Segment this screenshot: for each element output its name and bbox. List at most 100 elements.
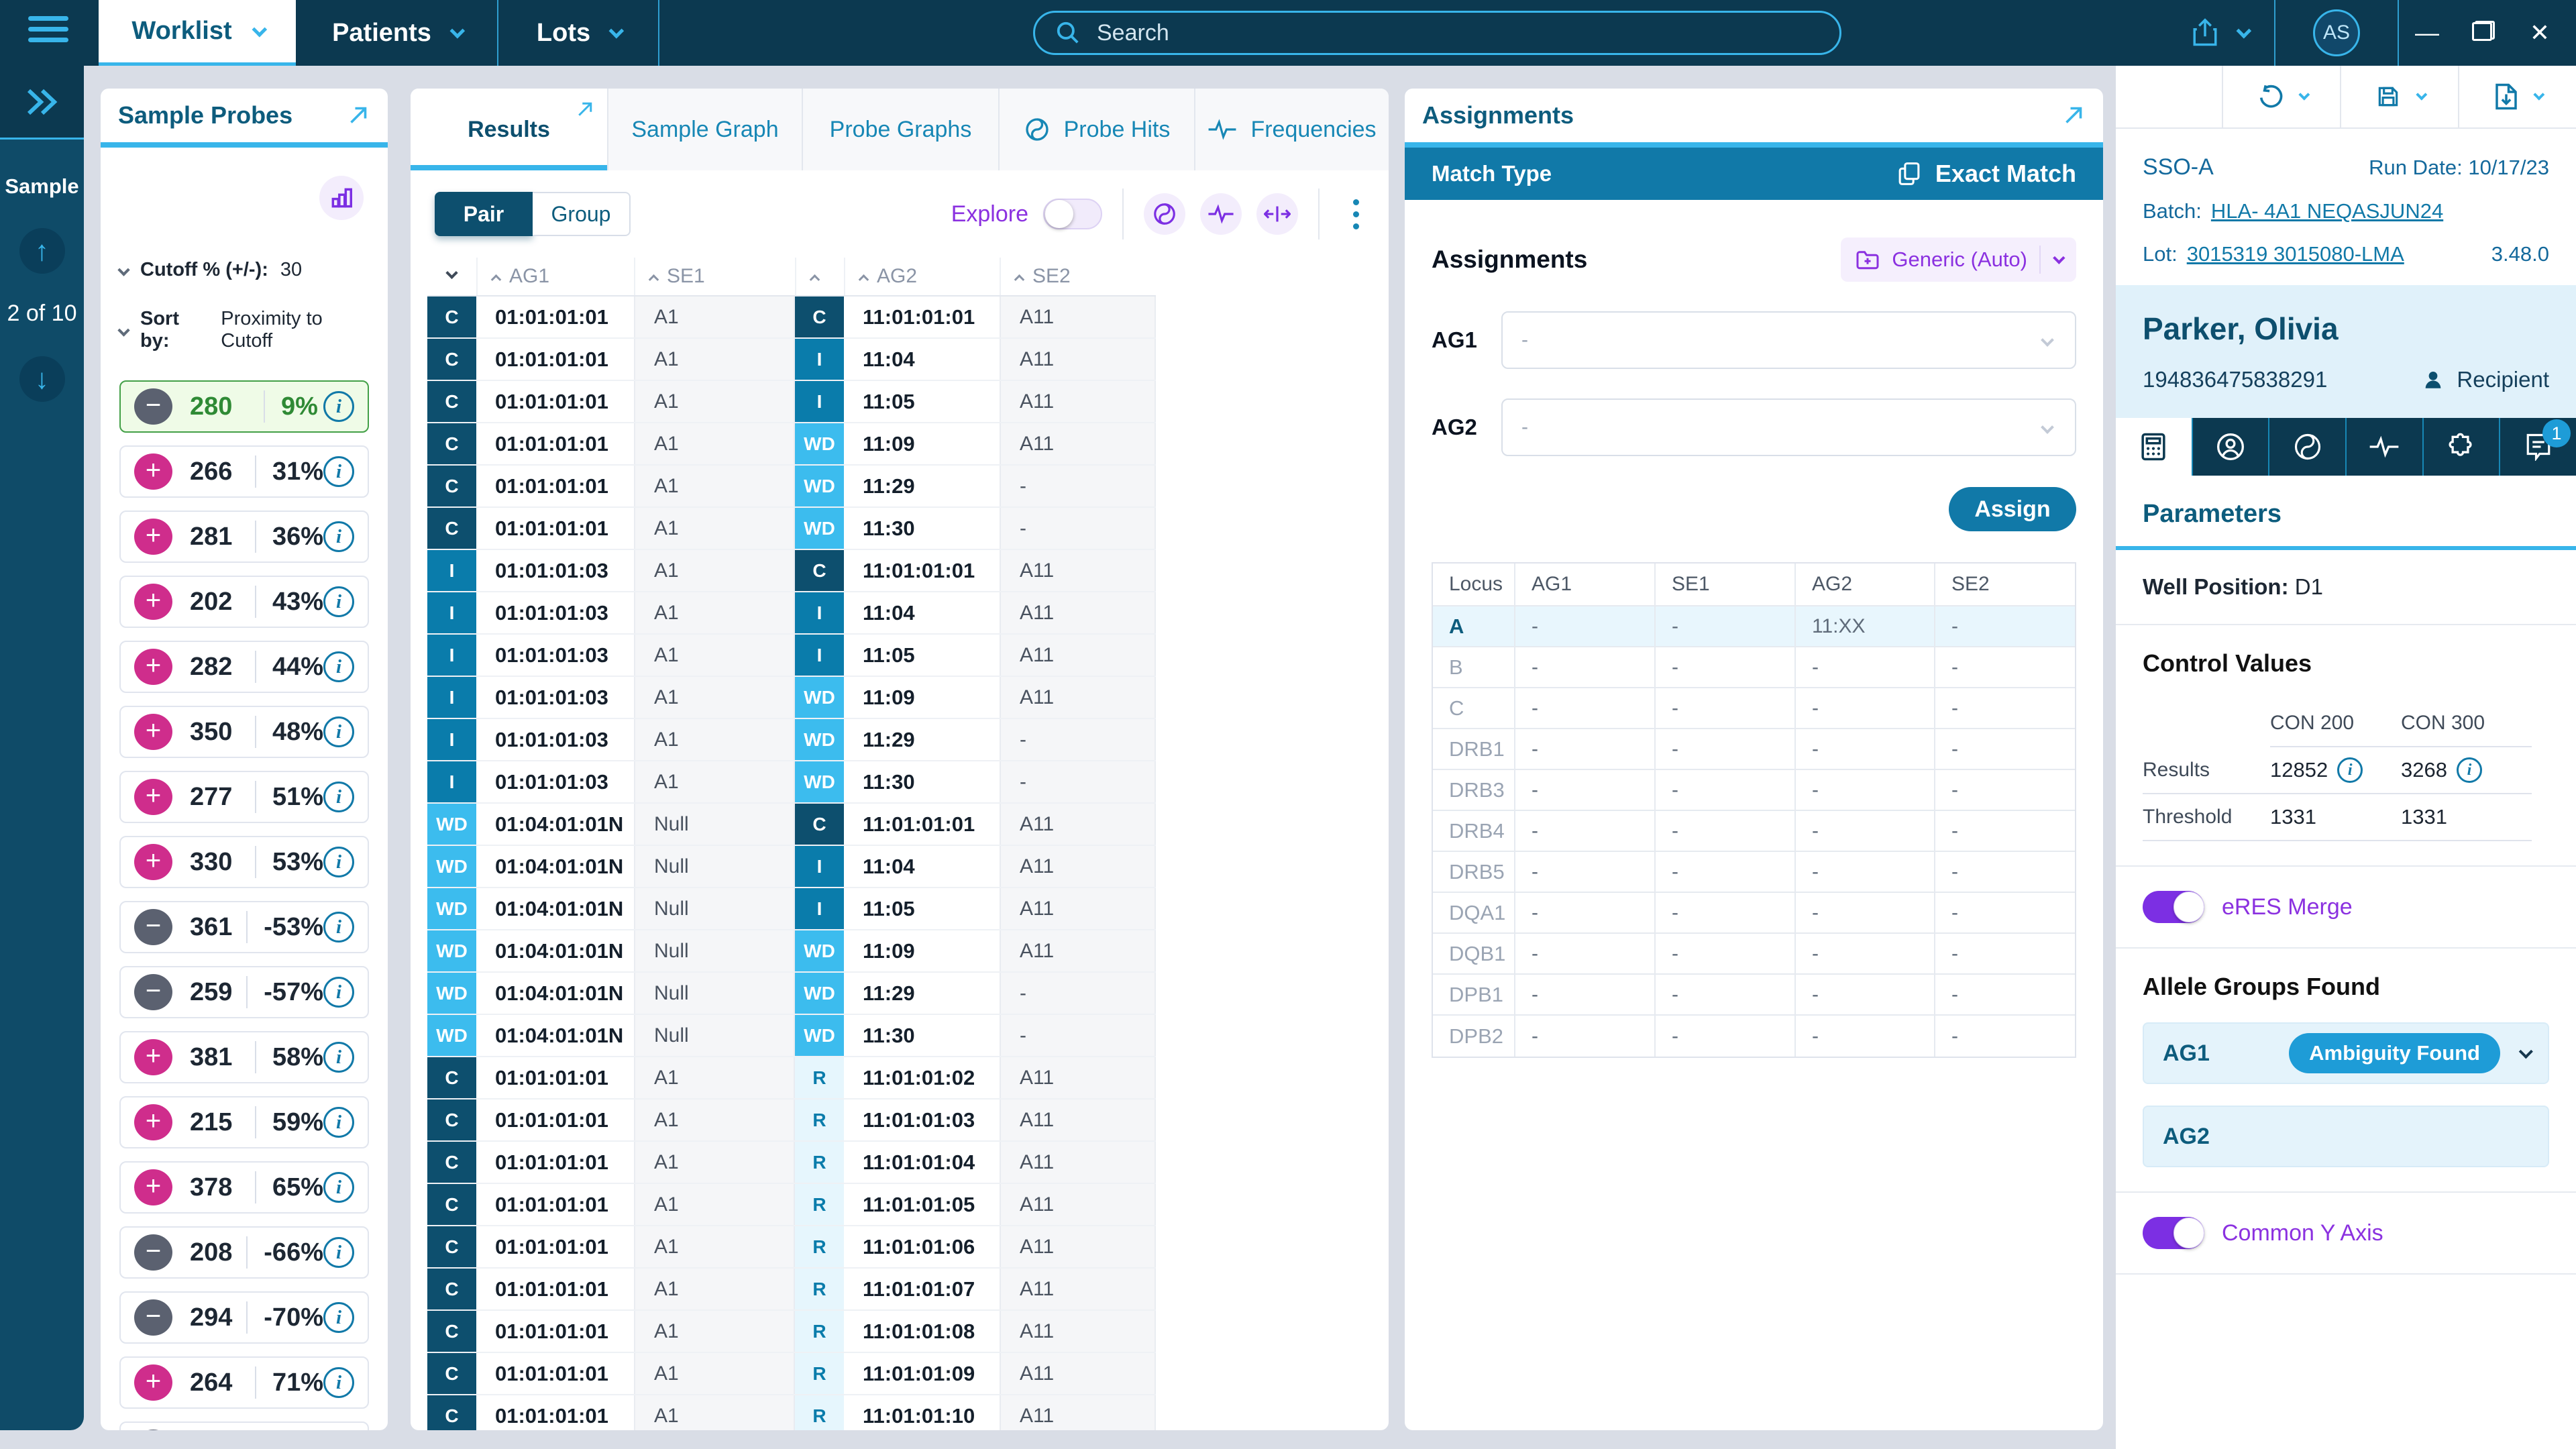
sort-row[interactable]: Sort by: Proximity to Cutoff — [101, 308, 388, 352]
probe-item[interactable]: + 381 58% i — [119, 1031, 369, 1083]
lot-link[interactable]: 3015319 3015080-LMA — [2187, 242, 2404, 266]
probe-item[interactable]: + 350 48% i — [119, 706, 369, 758]
search-input[interactable]: Search — [1033, 11, 1841, 55]
table-row[interactable]: WD 01:04:01:01N Null WD 11:09 A11 — [427, 930, 1156, 973]
probe-item[interactable]: − 208 -66% i — [119, 1226, 369, 1279]
tab-report[interactable]: 1 — [2500, 418, 2576, 476]
probe-item[interactable]: − 294 -70% i — [119, 1291, 369, 1344]
nav-tab-worklist[interactable]: Worklist — [99, 0, 296, 66]
info-icon[interactable]: i — [323, 912, 354, 943]
locus-row[interactable]: C - - - - — [1433, 688, 2075, 729]
table-row[interactable]: I 01:01:01:03 A1 WD 11:09 A11 — [427, 677, 1156, 719]
table-row[interactable]: C 01:01:01:01 A1 R 11:01:01:02 A11 — [427, 1057, 1156, 1099]
minimize-button[interactable]: — — [2399, 19, 2455, 47]
column-sort-header[interactable] — [795, 258, 844, 295]
pair-button[interactable]: Pair — [435, 192, 533, 236]
column-header-se1[interactable]: SE1 — [634, 258, 795, 295]
locus-row[interactable]: DRB4 - - - - — [1433, 811, 2075, 852]
probe-item[interactable]: + 202 43% i — [119, 576, 369, 628]
save-button[interactable] — [2340, 66, 2458, 127]
probe-item[interactable]: − 259 -57% i — [119, 966, 369, 1018]
info-icon[interactable]: i — [323, 1367, 354, 1398]
column-collapse-header[interactable] — [427, 258, 476, 295]
table-row[interactable]: C 01:01:01:01 A1 R 11:01:01:10 A11 — [427, 1395, 1156, 1430]
locus-row[interactable]: DPB1 - - - - — [1433, 975, 2075, 1016]
info-icon[interactable]: i — [323, 521, 354, 552]
table-row[interactable]: C 01:01:01:01 A1 R 11:01:01:05 A11 — [427, 1184, 1156, 1226]
close-button[interactable]: ✕ — [2512, 19, 2568, 47]
hamburger-menu-icon[interactable] — [28, 16, 68, 42]
assignment-mode-dropdown[interactable]: Generic (Auto) — [1841, 237, 2076, 282]
column-header-se2[interactable]: SE2 — [1000, 258, 1156, 295]
table-row[interactable]: I 01:01:01:03 A1 WD 11:29 - — [427, 719, 1156, 761]
info-icon[interactable]: i — [323, 716, 354, 747]
table-row[interactable]: C 01:01:01:01 A1 I 11:05 A11 — [427, 381, 1156, 423]
previous-sample-button[interactable]: ↑ — [19, 228, 65, 274]
table-row[interactable]: C 01:01:01:01 A1 C 11:01:01:01 A11 — [427, 297, 1156, 339]
probe-chart-button[interactable] — [319, 176, 364, 220]
cutoff-row[interactable]: Cutoff % (+/-): 30 — [101, 259, 388, 281]
more-options-button[interactable] — [1348, 199, 1364, 229]
table-row[interactable]: I 01:01:01:03 A1 I 11:05 A11 — [427, 635, 1156, 677]
batch-link[interactable]: HLA- 4A1 NEQASJUN24 — [2211, 199, 2443, 223]
info-icon[interactable]: i — [323, 847, 354, 877]
undo-button[interactable] — [2222, 66, 2340, 127]
info-icon[interactable]: i — [323, 651, 354, 682]
probe-item[interactable]: + 215 59% i — [119, 1096, 369, 1148]
locus-row[interactable]: B - - - - — [1433, 647, 2075, 688]
locus-row[interactable]: DPB2 - - - - — [1433, 1016, 2075, 1057]
table-row[interactable]: WD 01:04:01:01N Null I 11:05 A11 — [427, 888, 1156, 930]
eres-merge-toggle[interactable] — [2143, 891, 2204, 923]
next-sample-button[interactable]: ↓ — [19, 356, 65, 402]
locus-row[interactable]: A - - 11:XX - — [1433, 606, 2075, 647]
locus-row[interactable]: DRB1 - - - - — [1433, 729, 2075, 770]
probe-item[interactable]: + 266 31% i — [119, 445, 369, 498]
info-icon[interactable]: i — [323, 782, 354, 812]
info-icon[interactable]: i — [323, 1042, 354, 1073]
ag1-select[interactable]: - — [1501, 311, 2076, 369]
probe-item[interactable]: + 281 36% i — [119, 511, 369, 563]
info-icon[interactable]: i — [323, 1237, 354, 1268]
probe-item[interactable]: + 264 71% i — [119, 1356, 369, 1409]
probe-item[interactable]: − 361 -53% i — [119, 901, 369, 953]
tab-frequencies[interactable] — [2347, 418, 2424, 476]
probe-item[interactable]: + 378 65% i — [119, 1161, 369, 1214]
info-icon[interactable]: i — [2337, 757, 2363, 783]
expand-columns-button[interactable] — [1256, 193, 1298, 235]
assign-button[interactable]: Assign — [1949, 487, 2076, 531]
table-row[interactable]: C 01:01:01:01 A1 R 11:01:01:06 A11 — [427, 1226, 1156, 1269]
info-icon[interactable]: i — [323, 1107, 354, 1138]
expand-panel-button[interactable] — [2061, 103, 2086, 127]
table-row[interactable]: I 01:01:01:03 A1 C 11:01:01:01 A11 — [427, 550, 1156, 592]
locus-row[interactable]: DQB1 - - - - — [1433, 934, 2075, 975]
probe-item[interactable]: − 280 9% i — [119, 380, 369, 433]
expand-panel-button[interactable] — [575, 99, 595, 119]
table-row[interactable]: C 01:01:01:01 A1 R 11:01:01:03 A11 — [427, 1099, 1156, 1142]
export-button[interactable] — [2458, 66, 2576, 127]
table-row[interactable]: WD 01:04:01:01N Null I 11:04 A11 — [427, 846, 1156, 888]
share-button[interactable] — [2164, 17, 2274, 48]
table-row[interactable]: C 01:01:01:01 A1 R 11:01:01:04 A11 — [427, 1142, 1156, 1184]
table-row[interactable]: C 01:01:01:01 A1 I 11:04 A11 — [427, 339, 1156, 381]
ag2-group-row[interactable]: AG2 — [2143, 1106, 2549, 1167]
table-row[interactable]: I 01:01:01:03 A1 I 11:04 A11 — [427, 592, 1156, 635]
expand-panel-button[interactable] — [346, 103, 370, 127]
restore-button[interactable] — [2455, 19, 2512, 47]
tab-sample-graph[interactable]: Sample Graph — [608, 89, 803, 170]
table-row[interactable]: I 01:01:01:03 A1 WD 11:30 - — [427, 761, 1156, 804]
match-type-value-group[interactable]: Exact Match — [1896, 160, 2076, 188]
ag2-select[interactable]: - — [1501, 398, 2076, 456]
frequencies-view-button[interactable] — [1200, 193, 1242, 235]
tab-probe-graphs[interactable]: Probe Graphs — [803, 89, 1000, 170]
tab-frequencies[interactable]: Frequencies — [1195, 89, 1389, 170]
avatar[interactable]: AS — [2313, 9, 2360, 56]
tab-analysis[interactable] — [2424, 418, 2501, 476]
locus-row[interactable]: DRB5 - - - - — [1433, 852, 2075, 893]
table-row[interactable]: WD 01:04:01:01N Null C 11:01:01:01 A11 — [427, 804, 1156, 846]
table-row[interactable]: C 01:01:01:01 A1 WD 11:29 - — [427, 466, 1156, 508]
collapse-rail-button[interactable] — [0, 66, 84, 140]
nav-tab-patients[interactable]: Patients — [296, 0, 497, 66]
table-row[interactable]: C 01:01:01:01 A1 WD 11:30 - — [427, 508, 1156, 550]
tab-patient[interactable] — [2193, 418, 2270, 476]
table-row[interactable]: C 01:01:01:01 A1 WD 11:09 A11 — [427, 423, 1156, 466]
